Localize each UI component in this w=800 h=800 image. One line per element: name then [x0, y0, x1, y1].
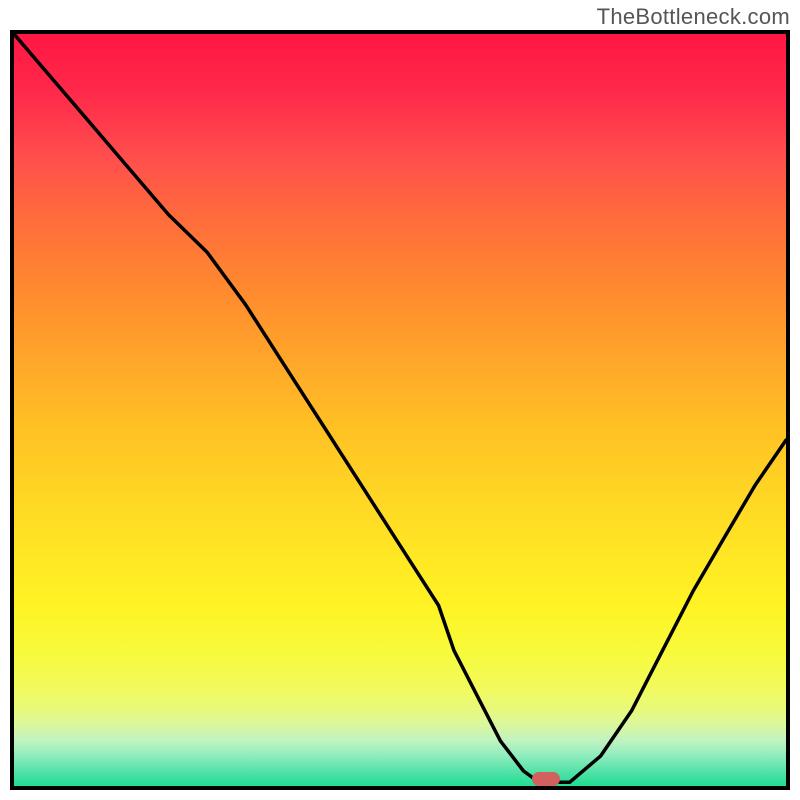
watermark-label: TheBottleneck.com	[597, 4, 790, 30]
stage: TheBottleneck.com	[0, 0, 800, 800]
optimum-marker	[532, 772, 560, 786]
plot-frame	[10, 30, 790, 790]
chart-background-gradient	[14, 34, 786, 786]
